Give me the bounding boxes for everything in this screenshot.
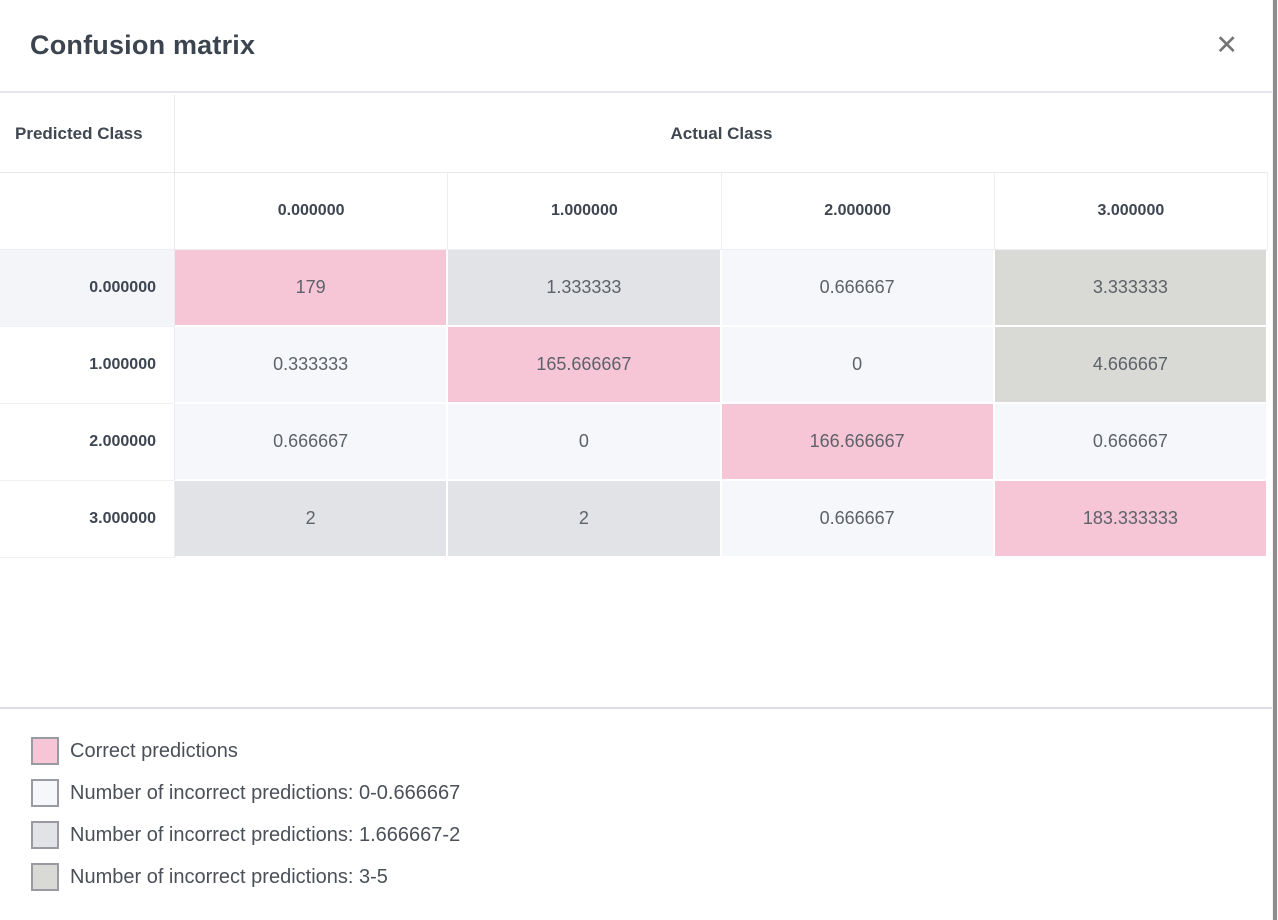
legend-item-bucket0: Number of incorrect predictions: 0-0.666…: [31, 779, 460, 807]
matrix-cell: 183.333333: [995, 481, 1268, 558]
legend-label: Number of incorrect predictions: 3-5: [70, 866, 388, 889]
matrix-cell: 179: [175, 250, 448, 327]
dialog-title: Confusion matrix: [30, 30, 255, 61]
col-header: 2.000000: [722, 173, 995, 250]
row-header: 3.000000: [0, 481, 175, 558]
legend-item-correct: Correct predictions: [31, 737, 460, 765]
table-row: 3.000000 2 2 0.666667 183.333333: [0, 481, 1268, 558]
matrix-cell: 0.666667: [175, 404, 448, 481]
matrix-cell: 0: [722, 327, 995, 404]
bucket2-swatch-icon: [31, 863, 59, 891]
legend: Correct predictions Number of incorrect …: [31, 737, 460, 891]
dialog-header: Confusion matrix ✕: [0, 0, 1278, 93]
correct-swatch-icon: [31, 737, 59, 765]
col-header: 1.000000: [448, 173, 721, 250]
matrix-cell: 0.333333: [175, 327, 448, 404]
matrix-cell: 166.666667: [722, 404, 995, 481]
matrix-cell: 165.666667: [448, 327, 721, 404]
matrix-cell: 0: [448, 404, 721, 481]
matrix-cell: 0.666667: [995, 404, 1268, 481]
legend-label: Number of incorrect predictions: 0-0.666…: [70, 782, 460, 805]
table-row: 1.000000 0.333333 165.666667 0 4.666667: [0, 327, 1268, 404]
close-icon[interactable]: ✕: [1215, 32, 1238, 59]
table-row: 2.000000 0.666667 0 166.666667 0.666667: [0, 404, 1268, 481]
corner-stub: [0, 173, 175, 250]
matrix-cell: 4.666667: [995, 327, 1268, 404]
col-header: 3.000000: [995, 173, 1268, 250]
matrix-cell: 2: [175, 481, 448, 558]
matrix-cell: 1.333333: [448, 250, 721, 327]
row-header: 2.000000: [0, 404, 175, 481]
matrix-cell: 3.333333: [995, 250, 1268, 327]
legend-label: Correct predictions: [70, 740, 238, 763]
bucket0-swatch-icon: [31, 779, 59, 807]
table-row: 0.000000 179 1.333333 0.666667 3.333333: [0, 250, 1268, 327]
bucket1-swatch-icon: [31, 821, 59, 849]
legend-divider: [0, 707, 1278, 709]
row-header: 0.000000: [0, 250, 175, 327]
scrollbar-thumb[interactable]: [1273, 0, 1277, 920]
matrix-cell: 0.666667: [722, 481, 995, 558]
legend-label: Number of incorrect predictions: 1.66666…: [70, 824, 460, 847]
legend-item-bucket1: Number of incorrect predictions: 1.66666…: [31, 821, 460, 849]
col-header: 0.000000: [175, 173, 448, 250]
matrix-cell: 0.666667: [722, 250, 995, 327]
confusion-matrix-table: Predicted Class Actual Class 0.000000 1.…: [0, 95, 1268, 558]
row-header: 1.000000: [0, 327, 175, 404]
col-axis-label: Actual Class: [175, 95, 1268, 173]
matrix-cell: 2: [448, 481, 721, 558]
row-axis-label: Predicted Class: [0, 95, 175, 173]
legend-item-bucket2: Number of incorrect predictions: 3-5: [31, 863, 460, 891]
scrollbar-track[interactable]: [1272, 0, 1278, 920]
